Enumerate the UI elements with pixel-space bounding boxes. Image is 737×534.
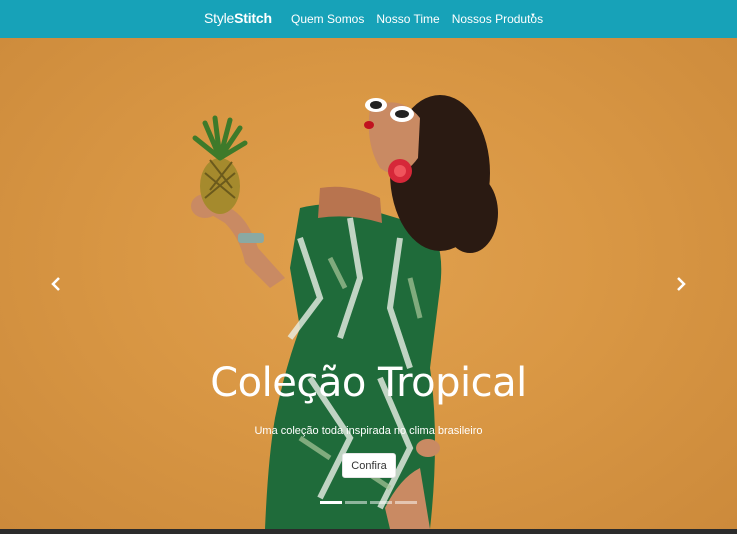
dropdown-caret-icon[interactable]: ▼ <box>530 13 536 19</box>
carousel-prev-button[interactable] <box>44 268 68 300</box>
chevron-right-icon <box>677 277 686 291</box>
hero-carousel: Coleção Tropical Uma coleção toda inspir… <box>0 38 737 529</box>
carousel-subtitle: Uma coleção toda inspirada no clima bras… <box>254 425 483 437</box>
brand-light: Style <box>204 10 235 26</box>
brand-logo[interactable]: StyleStitch <box>204 10 272 26</box>
chevron-left-icon <box>51 277 60 291</box>
confira-button[interactable]: Confira <box>342 453 396 478</box>
nav-links: Quem Somos Nosso Time Nossos Produtos <box>291 12 543 26</box>
nav-link-nosso-time[interactable]: Nosso Time <box>376 12 439 26</box>
brand-bold: Stitch <box>234 10 272 26</box>
carousel-indicator[interactable] <box>320 501 342 504</box>
nav-link-quem-somos[interactable]: Quem Somos <box>291 12 364 26</box>
carousel-indicator[interactable] <box>395 501 417 504</box>
carousel-next-button[interactable] <box>669 268 693 300</box>
navbar: StyleStitch Quem Somos Nosso Time Nossos… <box>0 0 737 38</box>
carousel-indicator[interactable] <box>345 501 367 504</box>
carousel-indicator[interactable] <box>370 501 392 504</box>
carousel-title: Coleção Tropical <box>210 360 527 406</box>
carousel-indicators <box>320 501 417 504</box>
page-bottom-strip <box>0 529 737 534</box>
